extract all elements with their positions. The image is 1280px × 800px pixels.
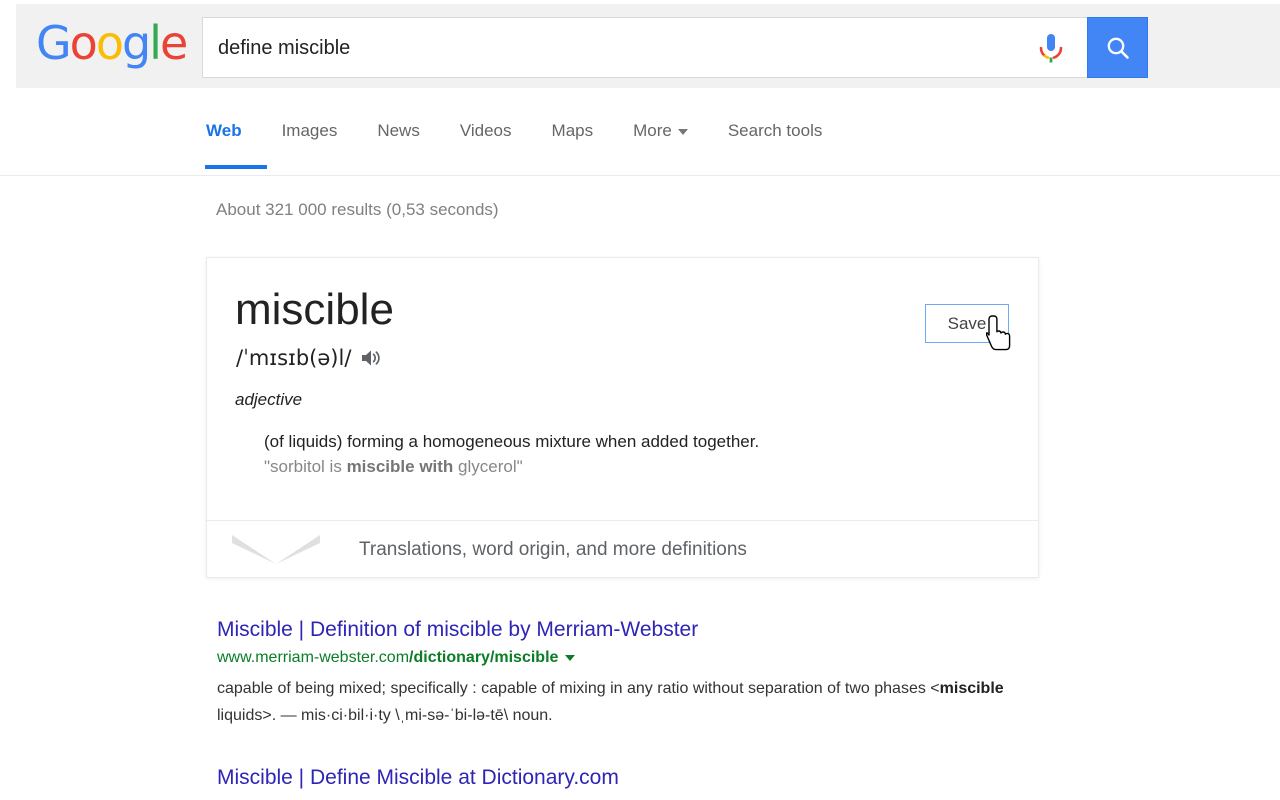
search-result: Miscible | Definition of miscible by Mer… [217,617,1007,729]
expand-definitions-row[interactable]: Translations, word origin, and more defi… [207,520,1038,578]
speaker-icon[interactable] [360,348,382,368]
result-url: www.merriam-webster.com/dictionary/misci… [217,648,1007,668]
definition-example: "sorbitol is miscible with glycerol" [264,455,994,479]
logo-letter-o2: o [95,16,124,70]
pronunciation-row: /ˈmɪsɪb(ə)l/ [236,346,382,370]
google-search-results-page: Google define miscible Web Images News V… [0,0,1280,800]
dictionary-card: miscible /ˈmɪsɪb(ə)l/ adjective (of liqu… [206,257,1039,578]
search-input-container[interactable] [202,17,1087,79]
url-dropdown-caret-icon[interactable] [565,654,576,661]
logo-letter-e: e [159,16,188,70]
tab-web-label: Web [206,121,242,140]
snippet-part-2: miscible [939,680,1004,697]
save-button[interactable]: Save [925,304,1009,343]
result-title-link[interactable]: Miscible | Define Miscible at Dictionary… [217,766,619,789]
tab-more-label: More [633,121,672,140]
result-url-domain: www.merriam-webster.com [217,649,410,666]
tab-search-tools-label: Search tools [727,121,823,140]
result-stats: About 321 000 results (0,53 seconds) [216,200,499,219]
logo-letter-l: l [149,16,162,70]
search-result: Miscible | Define Miscible at Dictionary… [217,765,1007,791]
search-header: Google [16,4,1280,88]
result-url-path: /dictionary/miscible [409,649,559,666]
chevron-down-icon [677,128,688,135]
nav-divider [0,175,1280,176]
phonetic-spelling: /ˈmɪsɪb(ə)l/ [236,346,352,370]
tab-videos[interactable]: Videos [460,121,512,169]
dictionary-card-body: miscible /ˈmɪsɪb(ə)l/ adjective (of liqu… [207,258,1038,520]
logo-letter-o1: o [69,16,98,70]
search-icon [1107,37,1129,59]
part-of-speech: adjective [235,390,303,409]
logo-letter-G: G [36,16,72,70]
tab-images[interactable]: Images [282,121,338,169]
tab-news[interactable]: News [377,121,420,169]
chevron-down-icon [230,533,322,567]
example-suffix: glycerol" [453,457,523,476]
tab-maps-label: Maps [551,121,594,140]
tab-more[interactable]: More [633,121,688,169]
search-tabs: Web Images News Videos Maps More Search … [205,121,862,169]
snippet-part-3: liquids>. — mis·ci·bil·i·ty \ˌmi-sə-ˈbi-… [217,707,553,724]
microphone-icon[interactable] [1035,32,1067,66]
logo-letter-g: g [121,16,151,70]
tab-images-label: Images [281,121,338,140]
search-input[interactable] [216,18,1040,79]
definition-text: (of liquids) forming a homogeneous mixtu… [264,432,760,451]
example-prefix: "sorbitol is [264,457,347,476]
tab-news-label: News [377,121,420,140]
example-bold: miscible with [346,457,454,476]
tab-active-underline [205,165,267,169]
tab-search-tools[interactable]: Search tools [728,121,823,169]
tab-maps[interactable]: Maps [552,121,594,169]
save-button-label: Save [947,313,987,333]
google-logo[interactable]: Google [36,16,188,70]
result-snippet: capable of being mixed; specifically : c… [217,675,1007,729]
tab-videos-label: Videos [459,121,512,140]
expand-definitions-label: Translations, word origin, and more defi… [359,538,747,560]
result-title-link[interactable]: Miscible | Definition of miscible by Mer… [217,618,698,641]
search-button[interactable] [1087,17,1148,78]
definition-word: miscible [235,285,394,334]
definition-sense: (of liquids) forming a homogeneous mixtu… [264,430,994,479]
search-form [202,17,1148,79]
snippet-part-1: capable of being mixed; specifically : c… [217,680,940,697]
search-nav-bar: Web Images News Videos Maps More Search … [0,88,1280,176]
tab-web[interactable]: Web [205,121,267,169]
